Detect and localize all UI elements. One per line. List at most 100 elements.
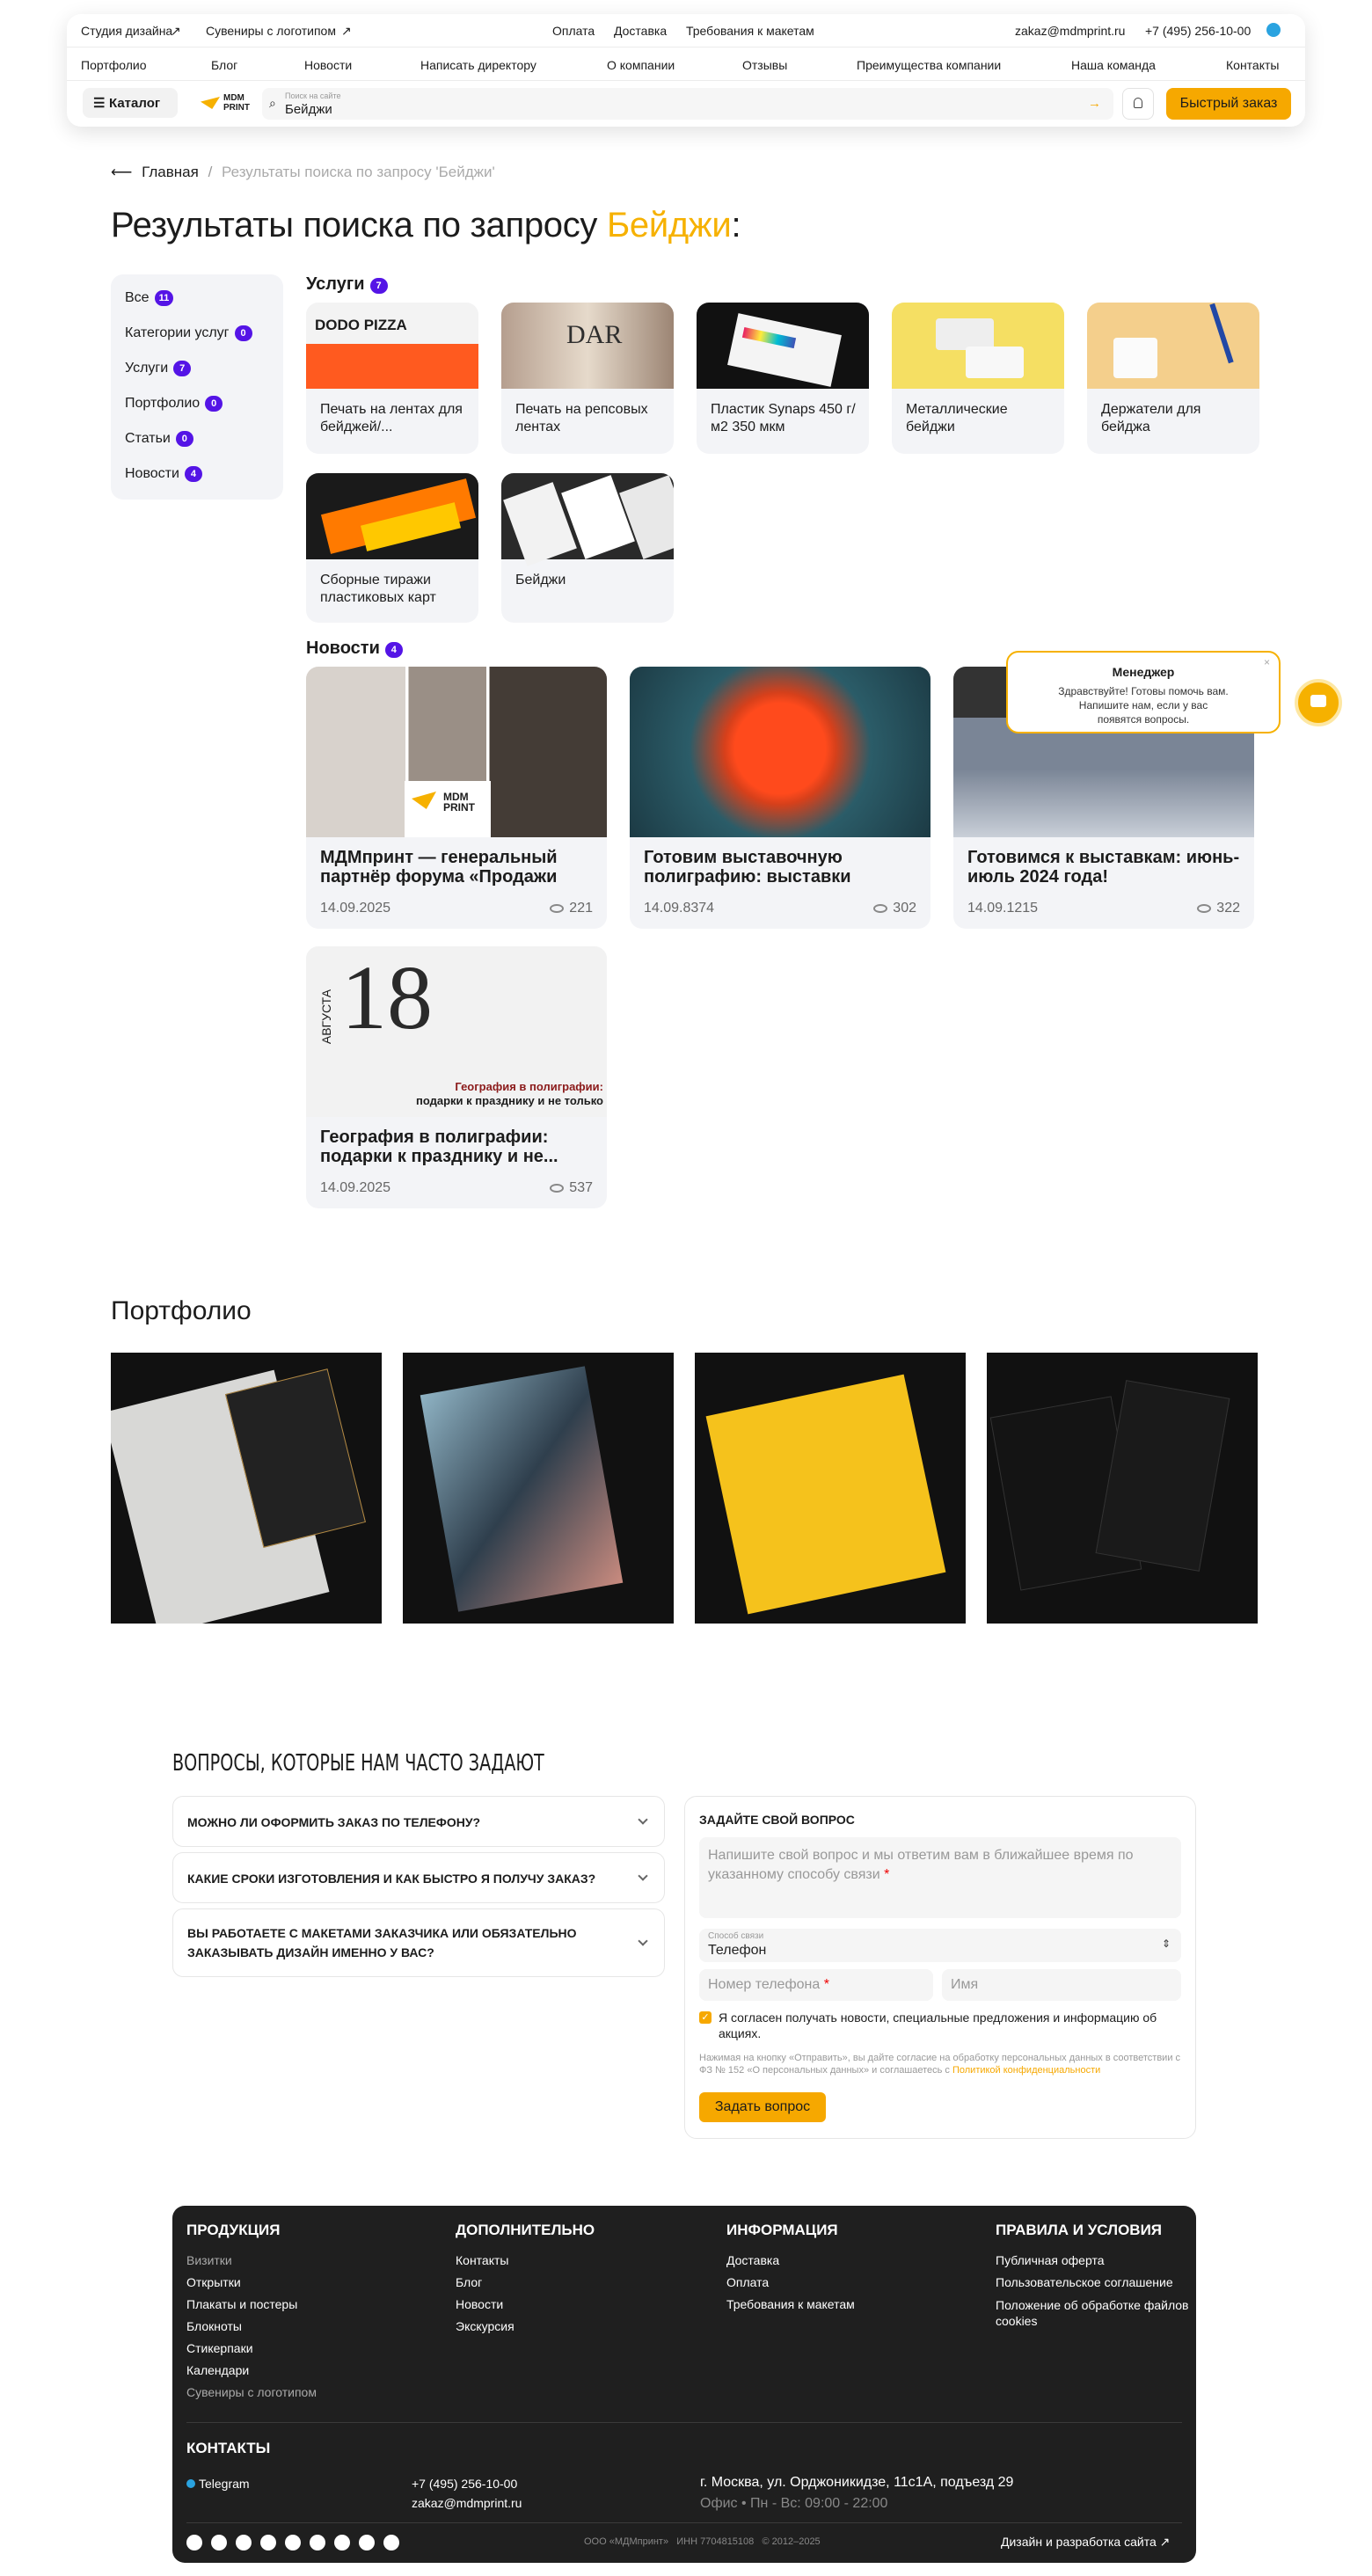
consent-checkbox[interactable]: ✓ (699, 2011, 712, 2024)
service-card[interactable]: Пластик Synaps 450 г/м2 350 мкм (697, 303, 869, 454)
portfolio-item[interactable] (403, 1353, 674, 1624)
news-views: 322 (1197, 901, 1240, 916)
portfolio-item[interactable] (987, 1353, 1258, 1624)
footer-link[interactable]: Экскурсия (456, 2319, 514, 2333)
footer-link[interactable]: Стикерпаки (186, 2341, 253, 2355)
question-textarea[interactable]: Напишите свой вопрос и мы ответим вам в … (699, 1837, 1181, 1918)
submit-button[interactable]: Задать вопрос (699, 2092, 826, 2122)
breadcrumb: ⟵ Главная / Результаты поиска по запросу… (111, 164, 495, 180)
user-button[interactable] (1122, 88, 1154, 120)
top-link-requirements[interactable]: Требования к макетам (686, 24, 814, 38)
chat-button[interactable] (1295, 679, 1342, 726)
footer-col-title: ПРАВИЛА И УСЛОВИЯ (996, 2222, 1163, 2238)
contact-method-select[interactable]: Способ связи Телефон ⇕ (699, 1929, 1181, 1962)
nav-advantages[interactable]: Преимущества компании (857, 58, 1001, 72)
vk-icon[interactable] (211, 2535, 227, 2550)
footer-phone[interactable]: +7 (495) 256-10-00 (412, 2477, 517, 2491)
top-link-souvenirs[interactable]: Сувениры с логотипом (206, 24, 336, 38)
service-card[interactable]: DAR Печать на репсовых лентах (501, 303, 674, 454)
close-icon[interactable]: × (1264, 656, 1270, 668)
footer-link[interactable]: Пользовательское соглашение (996, 2275, 1173, 2289)
nav-contacts[interactable]: Контакты (1226, 58, 1279, 72)
filter-categories[interactable]: Категории услуг 0 (125, 325, 252, 341)
faq-item[interactable]: Какие сроки изготовления и как быстро я … (172, 1852, 665, 1903)
news-card[interactable]: MDM PRINT МДМпринт — генеральный партнёр… (306, 667, 607, 929)
header-email[interactable]: zakaz@mdmprint.ru (1015, 24, 1125, 38)
service-card[interactable]: DODO PIZZA Печать на лентах для бейджей/.… (306, 303, 478, 454)
breadcrumb-home[interactable]: Главная (142, 164, 199, 180)
footer-link[interactable]: Положение об обработке файлов cookies (996, 2297, 1189, 2329)
site-header: Студия дизайна ↗ Сувениры с логотипом ↗ Оп… (67, 14, 1305, 127)
whatsapp-icon[interactable] (383, 2535, 399, 2550)
footer-link[interactable]: Контакты (456, 2253, 508, 2267)
footer-link[interactable]: Новости (456, 2297, 503, 2311)
footer-link[interactable]: Блокноты (186, 2319, 242, 2333)
footer-link[interactable]: Сувениры с логотипом (186, 2385, 317, 2399)
footer-link[interactable]: Открытки (186, 2275, 241, 2289)
news-views: 302 (873, 901, 916, 916)
nav-news[interactable]: Новости (304, 58, 352, 72)
footer-link[interactable]: Доставка (726, 2253, 779, 2267)
search-bar[interactable]: ⌕ Поиск на сайте Бейджи → (262, 88, 1113, 120)
news-date: 14.09.2025 (320, 1180, 391, 1195)
dzen-icon[interactable] (285, 2535, 301, 2550)
catalog-button[interactable]: ☰ Каталог (83, 88, 178, 118)
privacy-link[interactable]: Политикой конфиденциальности (952, 2065, 1100, 2076)
footer-telegram[interactable]: Telegram (186, 2477, 250, 2491)
chevron-down-icon (638, 1871, 648, 1881)
service-title: Пластик Synaps 450 г/м2 350 мкм (711, 402, 856, 434)
filter-news[interactable]: Новости 4 (125, 466, 202, 482)
service-card[interactable]: Бейджи (501, 473, 674, 623)
search-input[interactable]: Бейджи (285, 102, 332, 117)
top-link-payment[interactable]: Оплата (552, 24, 595, 38)
filter-articles[interactable]: Статьи 0 (125, 431, 193, 447)
back-arrow-icon[interactable]: ⟵ (111, 164, 132, 180)
nav-team[interactable]: Наша команда (1071, 58, 1156, 72)
nav-blog[interactable]: Блог (211, 58, 237, 72)
nav-portfolio[interactable]: Портфолио (81, 58, 147, 72)
tiktok-icon[interactable] (334, 2535, 350, 2550)
header-phone[interactable]: +7 (495) 256-10-00 (1145, 24, 1251, 38)
ok-icon[interactable] (359, 2535, 375, 2550)
name-input[interactable]: Имя (942, 1969, 1181, 2001)
portfolio-heading: Портфолио (111, 1296, 252, 1325)
telegram-icon[interactable] (186, 2535, 202, 2550)
filter-all[interactable]: Все 11 (125, 290, 174, 306)
telegram-icon[interactable] (1266, 23, 1281, 37)
arrow-right-icon[interactable]: → (1088, 96, 1101, 111)
portfolio-item[interactable] (695, 1353, 966, 1624)
footer-dev-link[interactable]: Дизайн и разработка сайта ↗ (1001, 2535, 1170, 2550)
service-card[interactable]: Держатели для бейджа (1087, 303, 1259, 454)
top-link-design[interactable]: Студия дизайна (81, 24, 172, 38)
service-image: DODO PIZZA (306, 303, 478, 389)
youtube-icon[interactable] (236, 2535, 252, 2550)
footer-link[interactable]: Плакаты и постеры (186, 2297, 297, 2311)
faq-item[interactable]: Можно ли оформить заказ по телефону? (172, 1796, 665, 1847)
footer-link[interactable]: Оплата (726, 2275, 769, 2289)
filter-portfolio[interactable]: Портфолио 0 (125, 396, 223, 412)
rutube-icon[interactable] (260, 2535, 276, 2550)
nav-reviews[interactable]: Отзывы (742, 58, 787, 72)
portfolio-item[interactable] (111, 1353, 382, 1624)
news-card[interactable]: Готовим выставочную полиграфию: выставки… (630, 667, 930, 929)
footer-link[interactable]: Требования к макетам (726, 2297, 855, 2311)
pinterest-icon[interactable] (310, 2535, 325, 2550)
footer-link[interactable]: Блог (456, 2275, 482, 2289)
service-card[interactable]: Металлические бейджи (892, 303, 1064, 454)
phone-input[interactable]: Номер телефона * (699, 1969, 933, 2001)
footer-link[interactable]: Публичная оферта (996, 2253, 1105, 2267)
quick-order-button[interactable]: Быстрый заказ (1166, 88, 1291, 120)
nav-about[interactable]: О компании (607, 58, 675, 72)
chat-icon (1310, 695, 1326, 707)
question-form: ЗАДАЙТЕ СВОЙ ВОПРОС Напишите свой вопрос… (684, 1796, 1196, 2139)
service-card[interactable]: Сборные тиражи пластиковых карт (306, 473, 478, 623)
news-card[interactable]: 18 АВГУСТА География в полиграфии: подар… (306, 946, 607, 1208)
filter-services[interactable]: Услуги 7 (125, 361, 192, 376)
top-link-delivery[interactable]: Доставка (614, 24, 667, 38)
faq-item[interactable]: Вы работаете с макетами заказчика или об… (172, 1908, 665, 1977)
footer-link[interactable]: Календари (186, 2363, 249, 2377)
footer-link[interactable]: Визитки (186, 2253, 232, 2267)
nav-director[interactable]: Написать директору (420, 58, 536, 72)
footer-email[interactable]: zakaz@mdmprint.ru (412, 2496, 522, 2510)
logo[interactable]: MDM PRINT (201, 93, 253, 114)
